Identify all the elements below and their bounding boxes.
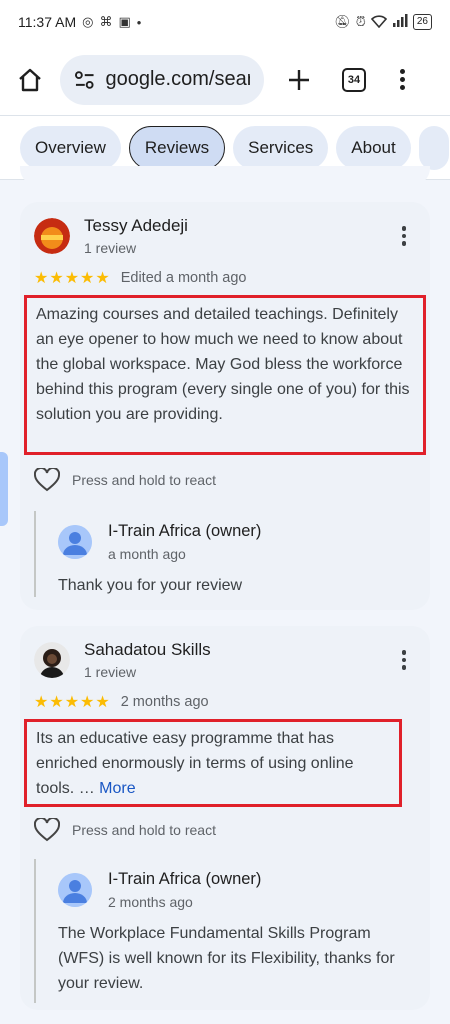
react-button[interactable]: Press and hold to react (34, 818, 216, 842)
previous-card-edge (20, 166, 430, 186)
browser-toolbar: google.com/sear 34 (0, 44, 450, 116)
reviewer-name[interactable]: Sahadatou Skills (84, 640, 211, 660)
more-options-button[interactable] (401, 226, 406, 246)
battery-icon: 26 (412, 14, 432, 30)
react-label: Press and hold to react (72, 822, 216, 838)
url-text: google.com/sear (105, 68, 251, 90)
owner-name: I-Train Africa (owner) (108, 522, 262, 540)
office-icon: ▣ (118, 14, 131, 29)
reviewer-name[interactable]: Tessy Adedeji (84, 216, 188, 236)
menu-icon[interactable] (396, 69, 408, 90)
tab-more[interactable] (418, 125, 449, 170)
signal-icon (392, 13, 408, 31)
new-tab-button[interactable] (282, 63, 316, 97)
react-button[interactable]: Press and hold to react (34, 468, 216, 492)
more-link[interactable]: More (99, 780, 135, 797)
owner-reply-text: The Workplace Fundamental Skills Program… (58, 925, 395, 992)
react-label: Press and hold to react (72, 472, 216, 488)
notification-dot-icon: • (136, 14, 142, 30)
owner-reply-date: a month ago (108, 546, 186, 562)
owner-reply-date: 2 months ago (108, 894, 193, 910)
wifi-icon (370, 14, 387, 31)
owner-name: I-Train Africa (owner) (108, 870, 262, 888)
home-button[interactable] (12, 62, 48, 98)
owner-response: I-Train Africa (owner) 2 months ago The … (34, 859, 414, 1003)
home-icon (19, 68, 41, 91)
clock: 11:37 AM (18, 14, 77, 30)
review-text: Its an educative easy programme that has… (24, 719, 402, 807)
tab-services[interactable]: Services (233, 125, 329, 170)
tab-reviews[interactable]: Reviews (128, 125, 226, 170)
review-text-body: Its an educative easy programme that has… (36, 730, 354, 797)
avatar (58, 873, 92, 907)
review-card: Tessy Adedeji 1 review ★★★★★ Edited a mo… (20, 202, 430, 610)
tabs-icon[interactable]: 34 (342, 67, 366, 92)
review-card: Sahadatou Skills 1 review ★★★★★ 2 months… (20, 626, 430, 1010)
owner-reply-text: Thank you for your review (58, 577, 243, 594)
plus-icon (289, 69, 309, 90)
whatsapp-icon: ◎ (82, 14, 94, 29)
review-date: Edited a month ago (120, 270, 247, 286)
game-icon: ⌘ (99, 14, 113, 29)
tab-about[interactable]: About (336, 125, 411, 170)
site-settings-icon[interactable] (74, 70, 96, 90)
tab-overview[interactable]: Overview (20, 125, 121, 170)
avatar[interactable] (34, 642, 70, 678)
mute-icon: 🔕︎ (334, 14, 351, 29)
more-options-button[interactable] (401, 650, 406, 670)
address-bar[interactable]: google.com/sear (60, 54, 264, 105)
owner-response: I-Train Africa (owner) a month ago Thank… (34, 511, 414, 597)
side-handle[interactable] (0, 452, 8, 526)
avatar (58, 525, 92, 559)
status-bar: 11:37 AM ◎ ⌘ ▣ • 🔕︎ ⏰︎ 26 (0, 0, 450, 44)
star-rating: ★★★★★ (34, 694, 111, 711)
rating-row: ★★★★★ Edited a month ago (34, 268, 246, 288)
rating-row: ★★★★★ 2 months ago (34, 692, 209, 712)
avatar[interactable] (34, 218, 70, 254)
review-count: 1 review (84, 664, 137, 680)
heart-icon (34, 818, 60, 842)
review-count: 1 review (84, 240, 137, 256)
star-rating: ★★★★★ (34, 270, 111, 287)
review-date: 2 months ago (120, 694, 209, 710)
heart-icon (34, 468, 60, 492)
review-text: Amazing courses and detailed teachings. … (24, 295, 426, 455)
alarm-icon: ⏰︎ (355, 14, 366, 29)
